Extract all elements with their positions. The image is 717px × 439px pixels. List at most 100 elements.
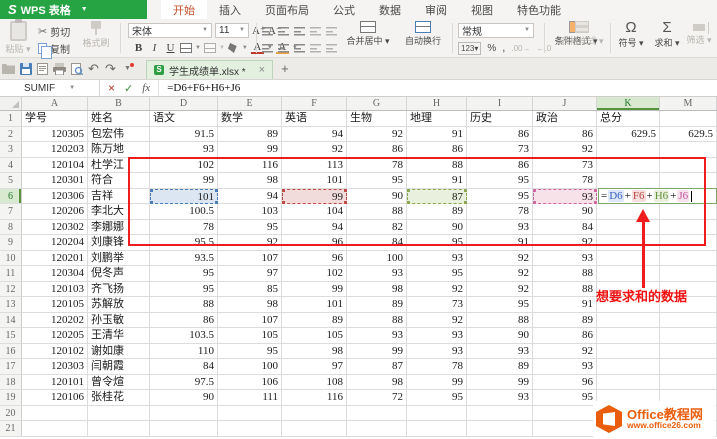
menu-tab-审阅[interactable]: 审阅 <box>413 0 459 19</box>
cell[interactable]: 地理 <box>407 111 467 127</box>
column-header-J[interactable]: J <box>533 97 597 110</box>
cell[interactable] <box>660 220 717 236</box>
cell[interactable]: 120202 <box>22 313 88 329</box>
cell[interactable]: 吉祥 <box>88 189 150 205</box>
cell[interactable]: 杜学江 <box>88 158 150 174</box>
cell[interactable]: 95 <box>347 173 407 189</box>
row-header-2[interactable]: 2 <box>0 127 22 143</box>
cell[interactable]: 87 <box>347 359 407 375</box>
italic-button[interactable]: I <box>148 42 161 54</box>
undo-icon[interactable]: ↶ <box>85 61 102 77</box>
draw-border-button[interactable] <box>204 43 216 53</box>
cell[interactable]: 95 <box>218 344 282 360</box>
menu-tab-页面布局[interactable]: 页面布局 <box>253 0 321 19</box>
cell[interactable]: 107 <box>218 313 282 329</box>
cell[interactable]: 78 <box>347 158 407 174</box>
cell[interactable]: 曾令煊 <box>88 375 150 391</box>
cell[interactable] <box>660 359 717 375</box>
cell[interactable]: 78 <box>150 220 218 236</box>
cell[interactable]: 101 <box>150 189 218 205</box>
cell[interactable]: 90 <box>533 204 597 220</box>
cell[interactable]: 120203 <box>22 142 88 158</box>
cell[interactable] <box>660 111 717 127</box>
row-header-9[interactable]: 9 <box>0 235 22 251</box>
cell[interactable]: 89 <box>347 297 407 313</box>
column-header-A[interactable]: A <box>22 97 88 110</box>
cell[interactable]: 90 <box>150 390 218 406</box>
cell[interactable] <box>660 344 717 360</box>
cell[interactable]: 106 <box>218 375 282 391</box>
confirm-formula-icon[interactable]: ✓ <box>124 82 133 95</box>
cell[interactable]: 84 <box>150 359 218 375</box>
cell[interactable] <box>282 421 347 437</box>
cell[interactable] <box>150 406 218 422</box>
cell[interactable]: 120301 <box>22 173 88 189</box>
cell[interactable]: 92 <box>467 251 533 267</box>
merge-center-button[interactable]: 合并居中 ▾ <box>342 21 394 47</box>
cell[interactable]: 120304 <box>22 266 88 282</box>
row-header-18[interactable]: 18 <box>0 375 22 391</box>
cell[interactable]: 95 <box>150 266 218 282</box>
cell[interactable]: 120205 <box>22 328 88 344</box>
cell[interactable]: 历史 <box>467 111 533 127</box>
cell[interactable]: 96 <box>282 235 347 251</box>
cell[interactable] <box>22 421 88 437</box>
row-header-7[interactable]: 7 <box>0 204 22 220</box>
cell[interactable] <box>597 158 660 174</box>
row-header-8[interactable]: 8 <box>0 220 22 236</box>
row-header-13[interactable]: 13 <box>0 297 22 313</box>
cell[interactable]: 120201 <box>22 251 88 267</box>
cell[interactable]: 93 <box>533 251 597 267</box>
cell[interactable]: 86 <box>533 127 597 143</box>
cell[interactable]: 92 <box>407 313 467 329</box>
cell[interactable]: 120204 <box>22 235 88 251</box>
row-header-3[interactable]: 3 <box>0 142 22 158</box>
save-icon[interactable] <box>17 61 34 77</box>
cell[interactable]: 陈万地 <box>88 142 150 158</box>
cell[interactable]: 学号 <box>22 111 88 127</box>
cell[interactable]: 72 <box>347 390 407 406</box>
cell[interactable] <box>597 328 660 344</box>
cell[interactable]: 107 <box>218 251 282 267</box>
cell[interactable]: 95 <box>467 173 533 189</box>
app-logo[interactable]: S WPS 表格 ▼ <box>0 0 147 19</box>
cell[interactable]: 120105 <box>22 297 88 313</box>
menu-tab-数据[interactable]: 数据 <box>367 0 413 19</box>
cell[interactable]: 93 <box>533 359 597 375</box>
cell[interactable]: 99 <box>407 375 467 391</box>
cell[interactable]: 78 <box>533 173 597 189</box>
column-header-G[interactable]: G <box>347 97 407 110</box>
cell[interactable] <box>597 313 660 329</box>
cell[interactable]: 99 <box>282 282 347 298</box>
row-header-17[interactable]: 17 <box>0 359 22 375</box>
cell[interactable]: 85 <box>218 282 282 298</box>
cell[interactable]: 120306 <box>22 189 88 205</box>
cell[interactable]: 111 <box>218 390 282 406</box>
insert-function-icon[interactable]: fx <box>142 82 150 94</box>
cell[interactable]: 120206 <box>22 204 88 220</box>
cell[interactable]: 88 <box>347 313 407 329</box>
row-header-4[interactable]: 4 <box>0 158 22 174</box>
row-header-19[interactable]: 19 <box>0 390 22 406</box>
cell[interactable]: 102 <box>150 158 218 174</box>
cell[interactable]: 105 <box>218 328 282 344</box>
row-header-10[interactable]: 10 <box>0 251 22 267</box>
cell[interactable] <box>597 375 660 391</box>
cell[interactable]: 88 <box>533 266 597 282</box>
row-header-14[interactable]: 14 <box>0 313 22 329</box>
cell[interactable]: 张桂花 <box>88 390 150 406</box>
cell[interactable]: 97 <box>282 359 347 375</box>
increase-decimal-button[interactable]: .00→ <box>511 44 530 53</box>
cell[interactable] <box>660 142 717 158</box>
cell[interactable]: 92 <box>533 344 597 360</box>
cell[interactable]: 88 <box>150 297 218 313</box>
cell[interactable] <box>88 421 150 437</box>
cell[interactable]: 93 <box>467 220 533 236</box>
cell[interactable]: 97.5 <box>150 375 218 391</box>
column-header-I[interactable]: I <box>467 97 533 110</box>
cell[interactable] <box>597 359 660 375</box>
cell[interactable]: 92 <box>533 142 597 158</box>
cell[interactable]: 102 <box>282 266 347 282</box>
cell[interactable]: 100.5 <box>150 204 218 220</box>
cell[interactable] <box>597 235 660 251</box>
